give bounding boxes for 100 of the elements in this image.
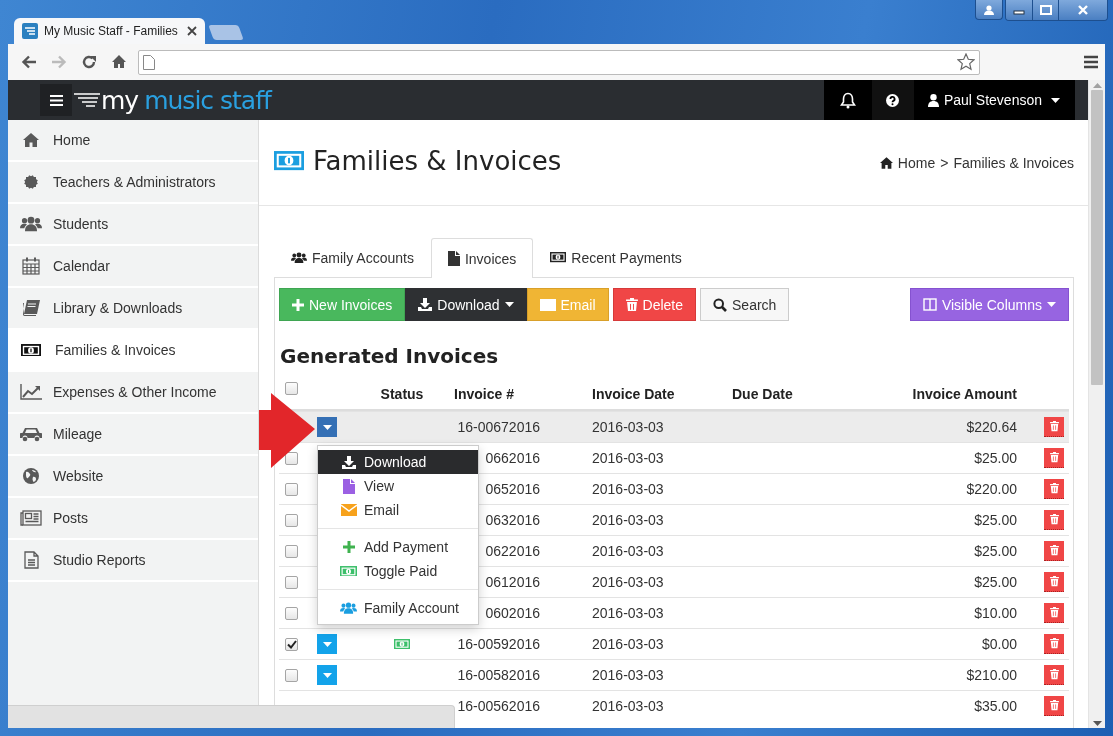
checkbox[interactable] xyxy=(285,637,298,651)
caret-icon xyxy=(322,641,332,647)
favicon-icon xyxy=(22,23,38,39)
close-button[interactable] xyxy=(1059,0,1107,20)
table-cell-text: 2016-03-03 xyxy=(591,604,665,623)
sidebar-item[interactable]: Teachers & Administrators xyxy=(8,162,258,204)
maximize-icon xyxy=(1038,5,1053,15)
globe-icon xyxy=(23,468,39,484)
close-icon[interactable] xyxy=(187,26,197,36)
delete-row-button[interactable] xyxy=(1044,634,1064,654)
download-icon xyxy=(341,455,356,469)
envelope-icon xyxy=(539,298,556,311)
browser-tab[interactable]: My Music Staff - Families xyxy=(14,18,205,44)
plus-icon xyxy=(342,541,355,553)
table-cell-text: 0612016 xyxy=(484,573,541,592)
sidebar-item[interactable]: Website xyxy=(8,456,258,498)
trash-icon xyxy=(1049,576,1059,587)
dropdown-toggle[interactable] xyxy=(317,634,337,654)
plus-icon xyxy=(292,298,304,311)
money-icon xyxy=(340,565,357,577)
table-cell-text: 0662016 xyxy=(484,449,541,468)
delete-button[interactable]: Delete xyxy=(612,288,696,321)
delete-row-button[interactable] xyxy=(1044,510,1064,530)
delete-row-button[interactable] xyxy=(1044,603,1064,623)
column-header: Due Date xyxy=(731,385,794,404)
delete-row-button[interactable] xyxy=(1044,665,1064,685)
table-cell-text: 16-00582016 xyxy=(456,666,541,685)
breadcrumb-link[interactable]: Home xyxy=(897,154,936,171)
download-button[interactable]: Download xyxy=(405,288,527,321)
menu-button[interactable] xyxy=(40,84,72,116)
delete-row-button[interactable] xyxy=(1044,448,1064,468)
checkbox[interactable] xyxy=(285,451,298,465)
table-cell-text: 2016-03-03 xyxy=(591,697,665,716)
table-cell-text: $25.00 xyxy=(973,573,1018,592)
table-cell-text: 2016-03-03 xyxy=(591,666,665,685)
dropdown-toggle[interactable] xyxy=(317,665,337,685)
search-button[interactable]: Search xyxy=(700,288,790,321)
menu-item[interactable]: Email xyxy=(318,498,478,522)
maximize-button[interactable] xyxy=(1033,0,1059,20)
sidebar-item[interactable]: Students xyxy=(8,204,258,246)
home-icon[interactable] xyxy=(111,54,127,70)
columns-icon xyxy=(922,298,937,311)
sidebar-item[interactable]: Expenses & Other Income xyxy=(8,372,258,414)
home-icon xyxy=(23,133,39,147)
star-icon[interactable] xyxy=(957,53,975,71)
table-cell-text: $220.64 xyxy=(965,418,1018,437)
tab[interactable]: Family Accounts xyxy=(274,237,431,277)
minimize-button[interactable] xyxy=(1006,0,1033,20)
menu-icon[interactable] xyxy=(1084,55,1098,69)
delete-row-button[interactable] xyxy=(1044,541,1064,561)
delete-row-button[interactable] xyxy=(1044,479,1064,499)
sidebar-item[interactable]: Posts xyxy=(8,498,258,540)
trash-icon xyxy=(1049,421,1059,432)
trash-icon xyxy=(1049,545,1059,556)
document-icon xyxy=(23,551,39,569)
sidebar-item[interactable]: Families & Invoices xyxy=(8,330,258,372)
columns-button[interactable]: Visible Columns xyxy=(909,288,1069,321)
file-icon xyxy=(447,251,460,266)
scroll-thumb[interactable] xyxy=(1091,90,1103,385)
menu-item[interactable]: Add Payment xyxy=(318,535,478,559)
checkbox[interactable] xyxy=(285,544,298,558)
scrollbar[interactable] xyxy=(1088,80,1105,728)
menu-icon xyxy=(49,94,63,106)
table-cell-text: $25.00 xyxy=(973,511,1018,530)
checkbox[interactable] xyxy=(285,606,298,620)
menu-item[interactable]: View xyxy=(318,474,478,498)
sidebar-item[interactable]: Mileage xyxy=(8,414,258,456)
scroll-down-icon[interactable] xyxy=(1092,720,1102,726)
sidebar-item[interactable]: Calendar xyxy=(8,246,258,288)
sidebar-item[interactable]: Home xyxy=(8,120,258,162)
sidebar-item[interactable]: Studio Reports xyxy=(8,540,258,582)
menu-item[interactable]: Download xyxy=(318,450,478,474)
help-button[interactable] xyxy=(871,80,914,120)
checkbox[interactable] xyxy=(285,382,298,395)
check-icon xyxy=(286,639,297,649)
table-cell-text: $10.00 xyxy=(973,604,1018,623)
column-header: Status xyxy=(379,385,425,404)
table-cell-text: 2016-03-03 xyxy=(591,511,665,530)
checkbox[interactable] xyxy=(285,668,298,682)
back-icon[interactable] xyxy=(21,54,37,70)
tab[interactable]: Recent Payments xyxy=(533,237,699,277)
checkbox[interactable] xyxy=(285,482,298,496)
reload-icon[interactable] xyxy=(81,54,97,70)
trash-icon xyxy=(1049,452,1059,463)
delete-row-button[interactable] xyxy=(1044,572,1064,592)
table-cell-text: $35.00 xyxy=(973,697,1018,716)
download-icon xyxy=(418,298,433,311)
bell-icon xyxy=(839,91,856,109)
table-cell-text: 2016-03-03 xyxy=(591,542,665,561)
tab[interactable]: Invoices xyxy=(430,238,534,278)
delete-row-button[interactable] xyxy=(1044,696,1064,716)
dropdown-toggle[interactable] xyxy=(317,417,337,437)
profile-button[interactable] xyxy=(975,0,1003,20)
envelope-icon xyxy=(340,504,357,516)
checkbox[interactable] xyxy=(285,513,298,527)
delete-row-button[interactable] xyxy=(1044,417,1064,437)
home-icon xyxy=(879,155,893,170)
menu-item[interactable]: Family Account xyxy=(318,596,478,620)
menu-item[interactable]: Toggle Paid xyxy=(318,559,478,583)
checkbox[interactable] xyxy=(285,575,298,589)
